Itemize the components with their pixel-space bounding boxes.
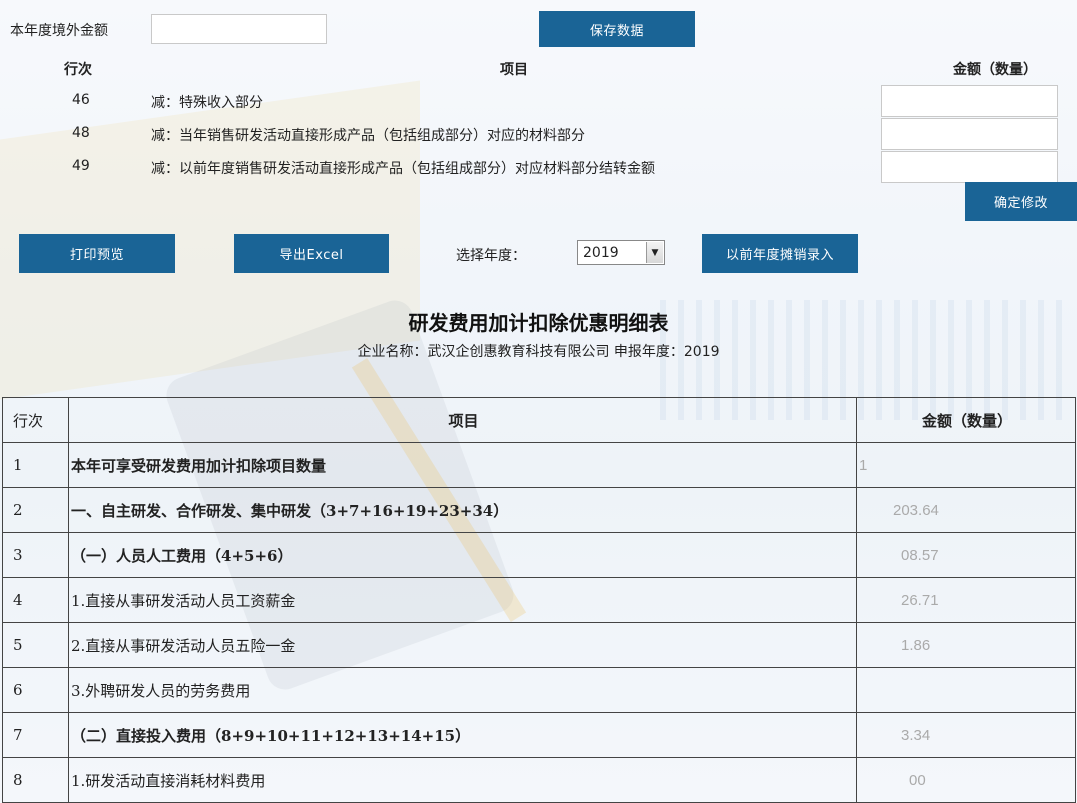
row-item: 本年可享受研发费用加计扣除项目数量 bbox=[68, 442, 857, 488]
table-row: 7 （二）直接投入费用（8+9+10+11+12+13+14+15） 3.34 bbox=[2, 712, 1076, 758]
row-item: 一、自主研发、合作研发、集中研发（3+7+16+19+23+34） bbox=[68, 487, 857, 533]
mini-header-row: 行次 bbox=[64, 62, 92, 78]
overseas-amount-label: 本年度境外金额 bbox=[10, 23, 108, 39]
row-amount: 1.86 bbox=[856, 622, 1076, 668]
header-row-no: 行次 bbox=[2, 397, 69, 443]
row-item: 1.研发活动直接消耗材料费用 bbox=[68, 757, 857, 803]
row-item: （二）直接投入费用（8+9+10+11+12+13+14+15） bbox=[68, 712, 857, 758]
row-no: 1 bbox=[2, 442, 69, 488]
mini-header-amount: 金额（数量） bbox=[953, 62, 1037, 78]
year-select[interactable]: 2019 ▼ bbox=[577, 240, 665, 265]
row-no: 2 bbox=[2, 487, 69, 533]
row-amount: 203.64 bbox=[856, 487, 1076, 533]
row-amount: 00 bbox=[856, 757, 1076, 803]
row-item: （一）人员人工费用（4+5+6） bbox=[68, 532, 857, 578]
row-item: 1.直接从事研发活动人员工资薪金 bbox=[68, 577, 857, 623]
table-row: 1 本年可享受研发费用加计扣除项目数量 1 bbox=[2, 442, 1076, 488]
chevron-down-icon[interactable]: ▼ bbox=[646, 242, 663, 263]
report-title: 研发费用加计扣除优惠明细表 bbox=[408, 311, 669, 335]
table-row: 3 （一）人员人工费用（4+5+6） 08.57 bbox=[2, 532, 1076, 578]
year-select-label: 选择年度： bbox=[456, 248, 526, 264]
row-no: 8 bbox=[2, 757, 69, 803]
row-no: 4 bbox=[2, 577, 69, 623]
table-row: 6 3.外聘研发人员的劳务费用 bbox=[2, 667, 1076, 713]
row-amount-value: 203.64 bbox=[893, 501, 939, 519]
mini-row-no: 48 bbox=[72, 125, 90, 141]
row-no: 6 bbox=[2, 667, 69, 713]
mini-row-no: 49 bbox=[72, 158, 90, 174]
table-row: 4 1.直接从事研发活动人员工资薪金 26.71 bbox=[2, 577, 1076, 623]
table-row: 8 1.研发活动直接消耗材料费用 00 bbox=[2, 757, 1076, 803]
row-amount: 3.34 bbox=[856, 712, 1076, 758]
header-item: 项目 bbox=[68, 397, 857, 443]
mini-row-48-input[interactable] bbox=[881, 118, 1058, 150]
row-amount bbox=[856, 667, 1076, 713]
header-amount: 金额（数量） bbox=[856, 397, 1076, 443]
report-table: 行次 项目 金额（数量） 1 本年可享受研发费用加计扣除项目数量 1 2 一、自… bbox=[2, 397, 1076, 803]
row-amount-value: 1.86 bbox=[901, 636, 931, 654]
report-subtitle: 企业名称：武汉企创惠教育科技有限公司 申报年度：2019 bbox=[357, 344, 720, 360]
row-item: 3.外聘研发人员的劳务费用 bbox=[68, 667, 857, 713]
mini-row-no: 46 bbox=[72, 92, 90, 108]
row-amount-value: 3.34 bbox=[901, 726, 931, 744]
confirm-edit-button[interactable]: 确定修改 bbox=[965, 182, 1077, 221]
row-amount-value: 00 bbox=[909, 771, 926, 789]
year-select-value: 2019 bbox=[583, 245, 619, 261]
table-row: 5 2.直接从事研发活动人员五险一金 1.86 bbox=[2, 622, 1076, 668]
row-no: 3 bbox=[2, 532, 69, 578]
row-item: 2.直接从事研发活动人员五险一金 bbox=[68, 622, 857, 668]
row-amount: 1 bbox=[856, 442, 1076, 488]
row-amount-value: 26.71 bbox=[901, 591, 939, 609]
row-amount-value: 08.57 bbox=[901, 546, 939, 564]
overseas-amount-input[interactable] bbox=[151, 14, 327, 44]
mini-row-item: 减：以前年度销售研发活动直接形成产品（包括组成部分）对应材料部分结转金额 bbox=[151, 161, 655, 177]
row-no: 5 bbox=[2, 622, 69, 668]
mini-header-item: 项目 bbox=[500, 62, 528, 78]
export-excel-button[interactable]: 导出Excel bbox=[234, 234, 389, 273]
table-row: 2 一、自主研发、合作研发、集中研发（3+7+16+19+23+34） 203.… bbox=[2, 487, 1076, 533]
row-amount: 26.71 bbox=[856, 577, 1076, 623]
mini-row-49-input[interactable] bbox=[881, 151, 1058, 183]
row-no: 7 bbox=[2, 712, 69, 758]
prior-year-amortization-button[interactable]: 以前年度摊销录入 bbox=[702, 234, 858, 273]
mini-row-46-input[interactable] bbox=[881, 85, 1058, 117]
mini-row-item: 减：当年销售研发活动直接形成产品（包括组成部分）对应的材料部分 bbox=[151, 128, 585, 144]
row-amount: 08.57 bbox=[856, 532, 1076, 578]
table-header-row: 行次 项目 金额（数量） bbox=[2, 397, 1076, 443]
save-data-button[interactable]: 保存数据 bbox=[539, 11, 695, 47]
mini-row-item: 减：特殊收入部分 bbox=[151, 95, 263, 111]
print-preview-button[interactable]: 打印预览 bbox=[19, 234, 175, 273]
